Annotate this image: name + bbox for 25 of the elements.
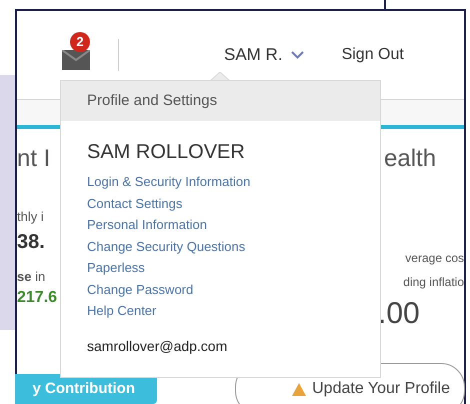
menu-link[interactable]: Change Password xyxy=(87,278,194,300)
menu-link[interactable]: Contact Settings xyxy=(87,192,182,214)
menu-link[interactable]: Personal Information xyxy=(87,214,207,236)
card-text: verage cos xyxy=(405,250,464,267)
notification-badge: 2 xyxy=(70,32,90,52)
user-email: samrollover@adp.com xyxy=(86,336,228,356)
menu-link[interactable]: Help Center xyxy=(87,300,156,322)
chevron-down-icon xyxy=(290,51,304,59)
envelope-icon[interactable] xyxy=(62,50,90,70)
menu-link[interactable]: Login & Security Information xyxy=(87,171,250,192)
card-amount: 217.6 xyxy=(17,288,58,308)
card-text: ding inflatio xyxy=(403,274,464,291)
user-menu-button[interactable]: SAM R. xyxy=(224,42,304,68)
card-title: ealth xyxy=(383,144,436,174)
sign-out-link[interactable]: Sign Out xyxy=(342,43,404,67)
card-value: 38. xyxy=(17,230,46,254)
warning-icon xyxy=(292,382,306,396)
menu-link[interactable]: Paperless xyxy=(87,257,145,278)
card-value: .00 xyxy=(378,296,420,332)
user-name: SAM ROLLOVER xyxy=(86,140,246,165)
card-label: thly i xyxy=(17,208,45,226)
menu-link[interactable]: Change Security Questions xyxy=(87,236,246,257)
card-note: se in xyxy=(17,268,46,286)
card-title: nt I xyxy=(17,144,52,174)
dropdown-title: Profile and Settings xyxy=(87,90,218,111)
